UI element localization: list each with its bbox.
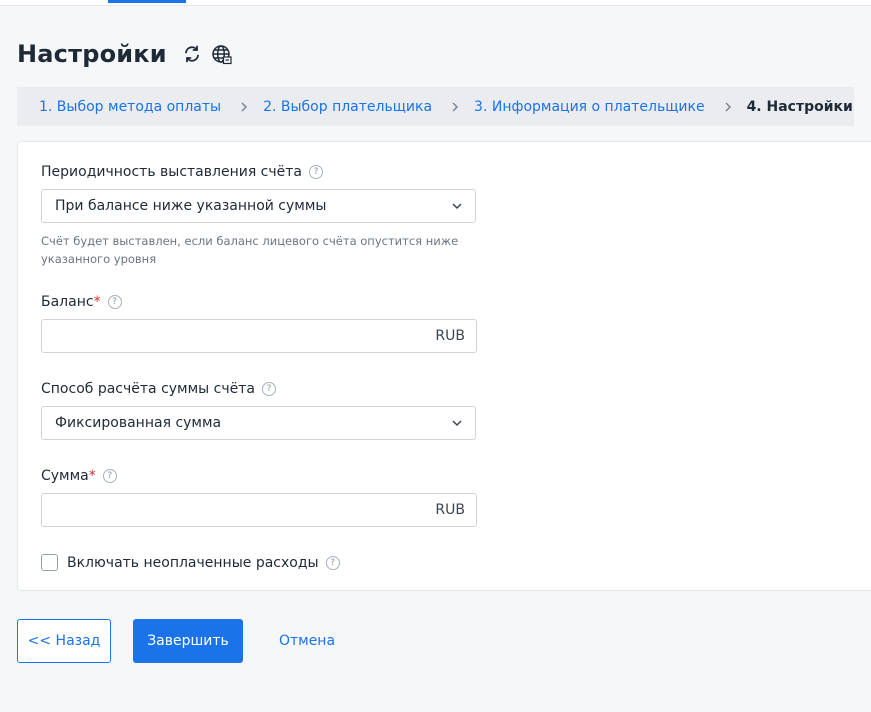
finish-button[interactable]: Завершить xyxy=(133,619,243,663)
help-icon[interactable]: ? xyxy=(309,165,324,179)
globe-icon[interactable] xyxy=(211,43,233,65)
balance-currency: RUB xyxy=(435,328,465,344)
periodicity-label: Периодичность выставления счёта ? xyxy=(41,164,324,180)
periodicity-select[interactable]: При балансе ниже указанной суммы xyxy=(41,189,476,223)
periodicity-hint: Счёт будет выставлен, если баланс лицево… xyxy=(41,234,459,266)
page-header: Настройки xyxy=(17,38,233,70)
amount-input[interactable] xyxy=(42,494,412,526)
balance-field[interactable]: RUB xyxy=(41,319,477,353)
help-icon[interactable]: ? xyxy=(262,382,276,396)
wizard-breadcrumb: 1. Выбор метода оплаты 2. Выбор плательщ… xyxy=(17,87,854,126)
chevron-down-icon xyxy=(452,420,462,427)
periodicity-select-value: При балансе ниже указанной суммы xyxy=(55,198,327,214)
unpaid-expenses-option: Включать неоплаченные расходы ? xyxy=(41,554,340,571)
amount-currency: RUB xyxy=(435,502,465,518)
page-title: Настройки xyxy=(17,40,167,68)
cancel-button[interactable]: Отмена xyxy=(266,619,348,663)
calc-method-select-value: Фиксированная сумма xyxy=(55,415,222,431)
periodicity-label-text: Периодичность выставления счёта xyxy=(41,164,303,180)
active-tab-indicator xyxy=(108,0,186,3)
balance-label-text: Баланс xyxy=(41,294,94,310)
balance-label: Баланс * ? xyxy=(41,294,122,310)
breadcrumb-step-payer[interactable]: 2. Выбор плательщика xyxy=(263,99,432,115)
unpaid-expenses-label[interactable]: Включать неоплаченные расходы xyxy=(67,555,319,571)
balance-input[interactable] xyxy=(42,320,412,352)
chevron-right-icon xyxy=(451,101,459,112)
help-icon[interactable]: ? xyxy=(325,555,340,570)
required-marker: * xyxy=(88,468,96,484)
amount-label: Сумма * ? xyxy=(41,468,117,484)
chevron-right-icon xyxy=(240,101,248,112)
help-icon[interactable]: ? xyxy=(107,295,122,309)
calc-method-label-text: Способ расчёта суммы счёта xyxy=(41,381,255,397)
chevron-down-icon xyxy=(452,203,462,210)
back-button[interactable]: << Назад xyxy=(17,619,111,663)
chevron-right-icon xyxy=(724,101,732,112)
help-icon[interactable]: ? xyxy=(102,469,117,483)
calc-method-select[interactable]: Фиксированная сумма xyxy=(41,406,476,440)
required-marker: * xyxy=(93,294,101,310)
calc-method-label: Способ расчёта суммы счёта ? xyxy=(41,381,276,397)
breadcrumb-step-payment-method[interactable]: 1. Выбор метода оплаты xyxy=(39,99,221,115)
amount-label-text: Сумма xyxy=(41,468,89,484)
settings-form-card: Периодичность выставления счёта ? При ба… xyxy=(17,141,871,591)
top-nav-bar xyxy=(0,0,871,6)
unpaid-expenses-checkbox[interactable] xyxy=(41,554,58,571)
refresh-icon[interactable] xyxy=(181,43,203,65)
amount-field[interactable]: RUB xyxy=(41,493,477,527)
breadcrumb-step-settings: 4. Настройки xyxy=(746,98,853,115)
breadcrumb-step-payer-info[interactable]: 3. Информация о плательщике xyxy=(474,99,705,115)
